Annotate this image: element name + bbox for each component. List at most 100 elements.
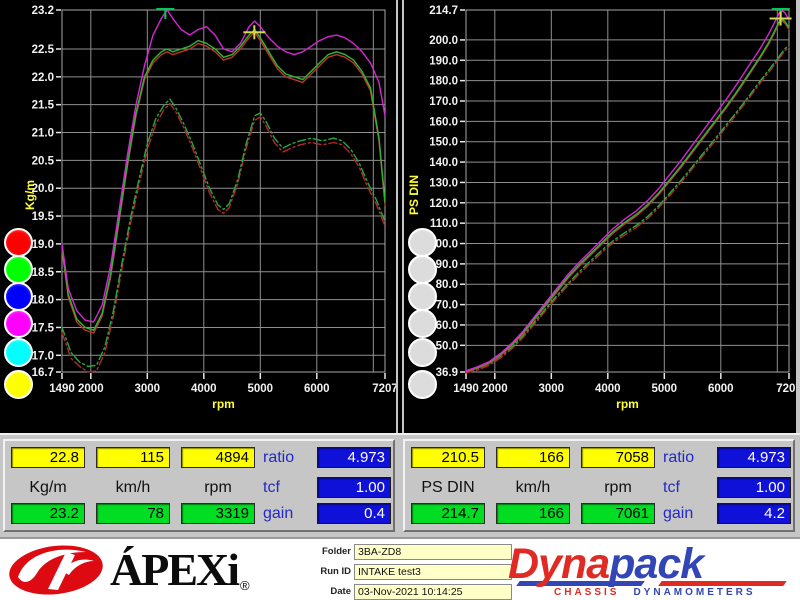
dynapack-wordmark: Dynapack: [508, 539, 703, 589]
svg-text:20.5: 20.5: [32, 155, 55, 167]
svg-text:120.0: 120.0: [429, 198, 458, 210]
gain-value: 0.4: [317, 503, 391, 524]
gain-value: 4.2: [717, 503, 791, 524]
power-peak-value: 214.7: [411, 503, 485, 524]
svg-text:PS DIN: PS DIN: [407, 175, 421, 215]
tcf-value: 1.00: [317, 477, 391, 498]
svg-text:21.5: 21.5: [32, 100, 55, 112]
svg-text:17.0: 17.0: [32, 350, 54, 362]
svg-text:3000: 3000: [539, 383, 565, 395]
rpm-peak-value: 7061: [581, 503, 655, 524]
run-button-slot-2[interactable]: [408, 255, 437, 284]
gain-label: gain: [263, 503, 313, 524]
charts-row: 23.222.522.021.521.020.520.019.519.018.5…: [0, 0, 800, 433]
speed-peak-value: 78: [96, 503, 170, 524]
run-id-label: Run ID: [311, 566, 351, 577]
svg-text:4000: 4000: [595, 383, 621, 395]
svg-text:3000: 3000: [135, 383, 161, 395]
speed-cursor-value: 166: [496, 447, 570, 468]
svg-text:36.9: 36.9: [436, 367, 458, 379]
svg-text:80.0: 80.0: [436, 279, 458, 291]
torque-cursor-value: 22.8: [11, 447, 85, 468]
apexi-wordmark: ÁPEXi: [110, 544, 238, 596]
svg-text:18.0: 18.0: [32, 295, 54, 307]
registered-mark: ®: [240, 578, 250, 593]
svg-text:22.0: 22.0: [32, 72, 54, 84]
svg-text:rpm: rpm: [616, 397, 639, 411]
torque-chart-panel: 23.222.522.021.521.020.520.019.519.018.5…: [0, 0, 396, 433]
run-button-magenta[interactable]: [4, 309, 33, 338]
svg-text:rpm: rpm: [212, 397, 235, 411]
svg-text:2000: 2000: [482, 383, 508, 395]
svg-text:5000: 5000: [652, 383, 678, 395]
apexi-logo: ÁPEXi ®: [6, 542, 250, 598]
run-button-slot-3[interactable]: [408, 282, 437, 311]
folder-field[interactable]: 3BA-ZD8: [354, 544, 512, 560]
svg-text:23.2: 23.2: [32, 5, 54, 17]
svg-text:130.0: 130.0: [429, 177, 458, 189]
svg-text:60.0: 60.0: [436, 320, 458, 332]
svg-text:50.0: 50.0: [436, 340, 458, 352]
run-button-green[interactable]: [4, 255, 33, 284]
power-chart-panel: 214.7200.0190.0180.0170.0160.0150.0140.0…: [404, 0, 800, 433]
run-button-red[interactable]: [4, 228, 33, 257]
svg-text:150.0: 150.0: [429, 137, 458, 149]
speed-peak-value: 166: [496, 503, 570, 524]
svg-text:17.5: 17.5: [32, 322, 55, 334]
dyno-app: 23.222.522.021.521.020.520.019.519.018.5…: [0, 0, 800, 600]
run-info: Folder3BA-ZD8 Run IDINTAKE test3 Date03-…: [311, 543, 512, 600]
run-button-blue[interactable]: [4, 282, 33, 311]
svg-text:7207: 7207: [372, 383, 396, 395]
folder-label: Folder: [311, 546, 351, 557]
power-cursor-value: 210.5: [411, 447, 485, 468]
svg-text:19.5: 19.5: [32, 211, 55, 223]
footer: ÁPEXi ® Folder3BA-ZD8 Run IDINTAKE test3…: [0, 537, 800, 600]
run-id-field[interactable]: INTAKE test3: [354, 564, 512, 580]
speed-unit-header: km/h: [496, 479, 570, 497]
run-button-slot-6[interactable]: [408, 370, 437, 399]
svg-text:7207: 7207: [776, 383, 796, 395]
run-button-slot-4[interactable]: [408, 309, 437, 338]
date-field[interactable]: 03-Nov-2021 10:14:25: [354, 584, 512, 600]
power-unit-header: PS DIN: [411, 479, 485, 497]
speed-cursor-value: 115: [96, 447, 170, 468]
rpm-unit-header: rpm: [581, 479, 655, 497]
run-button-yellow[interactable]: [4, 370, 33, 399]
dynapack-logo: Dynapack CHASSISDYNAMOMETERS: [508, 541, 798, 599]
svg-text:214.7: 214.7: [429, 5, 458, 17]
svg-text:110.0: 110.0: [430, 218, 458, 230]
svg-text:200.0: 200.0: [429, 35, 458, 47]
svg-text:1490: 1490: [49, 383, 75, 395]
svg-text:2000: 2000: [78, 383, 104, 395]
ratio-value: 4.973: [717, 447, 791, 468]
rpm-peak-value: 3319: [181, 503, 255, 524]
svg-text:70.0: 70.0: [436, 300, 458, 312]
svg-text:170.0: 170.0: [429, 96, 458, 108]
run-button-slot-5[interactable]: [408, 338, 437, 367]
torque-chart[interactable]: 23.222.522.021.521.020.520.019.519.018.5…: [0, 0, 396, 433]
run-button-slot-1[interactable]: [408, 228, 437, 257]
apexi-emblem-icon: [6, 543, 106, 597]
ratio-label: ratio: [263, 447, 313, 468]
svg-text:160.0: 160.0: [429, 116, 458, 128]
svg-text:180.0: 180.0: [429, 76, 458, 88]
run-button-cyan[interactable]: [4, 338, 33, 367]
ratio-label: ratio: [663, 447, 713, 468]
svg-text:22.5: 22.5: [32, 44, 55, 56]
svg-text:6000: 6000: [708, 383, 734, 395]
svg-text:Kg/m: Kg/m: [23, 180, 37, 210]
svg-text:18.5: 18.5: [32, 267, 55, 279]
svg-text:90.0: 90.0: [436, 259, 458, 271]
svg-text:1490: 1490: [453, 383, 479, 395]
power-data-panel: 210.5 166 7058 PS DIN km/h rpm 214.7 166…: [403, 439, 795, 532]
svg-text:6000: 6000: [304, 383, 330, 395]
svg-text:190.0: 190.0: [429, 55, 458, 67]
torque-unit-header: Kg/m: [11, 479, 85, 497]
svg-text:19.0: 19.0: [32, 239, 54, 251]
rpm-cursor-value: 4894: [181, 447, 255, 468]
power-chart[interactable]: 214.7200.0190.0180.0170.0160.0150.0140.0…: [404, 0, 796, 433]
svg-text:4000: 4000: [191, 383, 217, 395]
torque-peak-value: 23.2: [11, 503, 85, 524]
speed-unit-header: km/h: [96, 479, 170, 497]
gain-label: gain: [663, 503, 713, 524]
